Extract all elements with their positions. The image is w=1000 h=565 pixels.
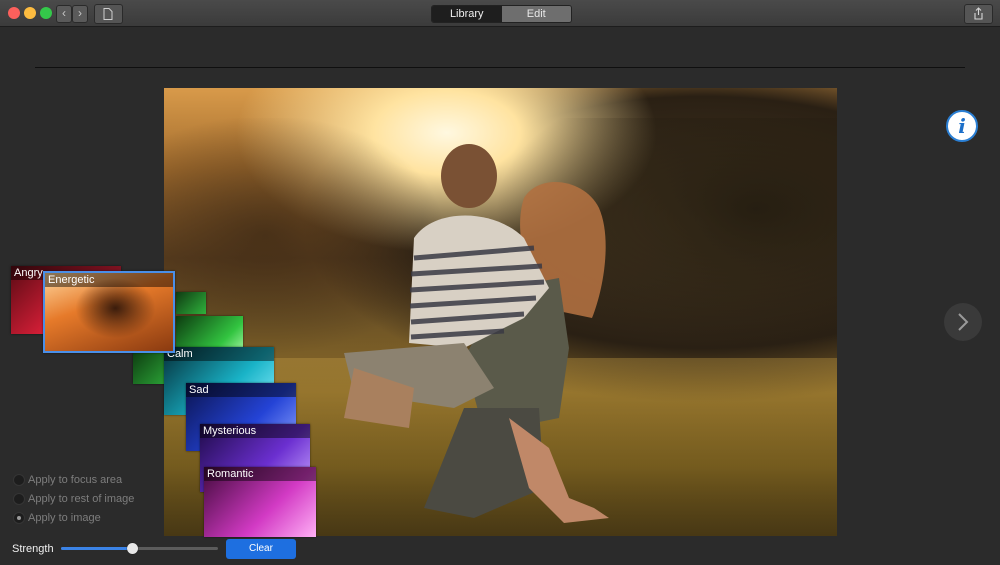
info-button[interactable]: i: [946, 110, 978, 142]
tab-edit[interactable]: Edit: [501, 6, 571, 22]
title-bar: ‹ › Library Edit: [0, 0, 1000, 27]
close-window-button[interactable]: [8, 7, 20, 19]
forward-button[interactable]: ›: [72, 5, 88, 23]
mood-card-green[interactable]: [176, 292, 206, 314]
back-button[interactable]: ‹: [56, 5, 72, 23]
mood-card-romantic[interactable]: Romantic: [204, 467, 316, 537]
mood-label: Calm: [164, 347, 274, 361]
mood-label: Mysterious: [200, 424, 310, 438]
mood-card-energetic[interactable]: Energetic: [43, 271, 175, 353]
share-button[interactable]: [964, 4, 993, 24]
mood-label: Romantic: [204, 467, 316, 481]
clear-button[interactable]: Clear: [226, 539, 296, 559]
chevron-right-icon: [958, 313, 969, 331]
next-image-button[interactable]: [944, 303, 982, 341]
slider-knob[interactable]: [126, 543, 138, 554]
minimize-window-button[interactable]: [24, 7, 36, 19]
view-segmented-control[interactable]: Library Edit: [431, 5, 572, 23]
share-icon: [974, 7, 983, 20]
document-icon: [103, 8, 113, 20]
option-label: Apply to focus area: [28, 474, 123, 486]
mood-label: Sad: [186, 383, 296, 397]
zoom-window-button[interactable]: [40, 7, 52, 19]
mood-label: Energetic: [45, 273, 173, 287]
strength-slider[interactable]: [61, 543, 218, 554]
radio-button[interactable]: [13, 493, 25, 505]
radio-button[interactable]: [13, 474, 25, 486]
option-label: Apply to image: [28, 512, 101, 524]
radio-button[interactable]: [13, 512, 25, 524]
tab-library[interactable]: Library: [432, 6, 502, 22]
strength-label: Strength: [12, 543, 54, 555]
document-button[interactable]: [94, 4, 123, 24]
slider-fill: [61, 547, 132, 550]
option-label: Apply to rest of image: [28, 493, 135, 505]
divider: [35, 67, 965, 68]
info-icon: i: [958, 114, 966, 138]
